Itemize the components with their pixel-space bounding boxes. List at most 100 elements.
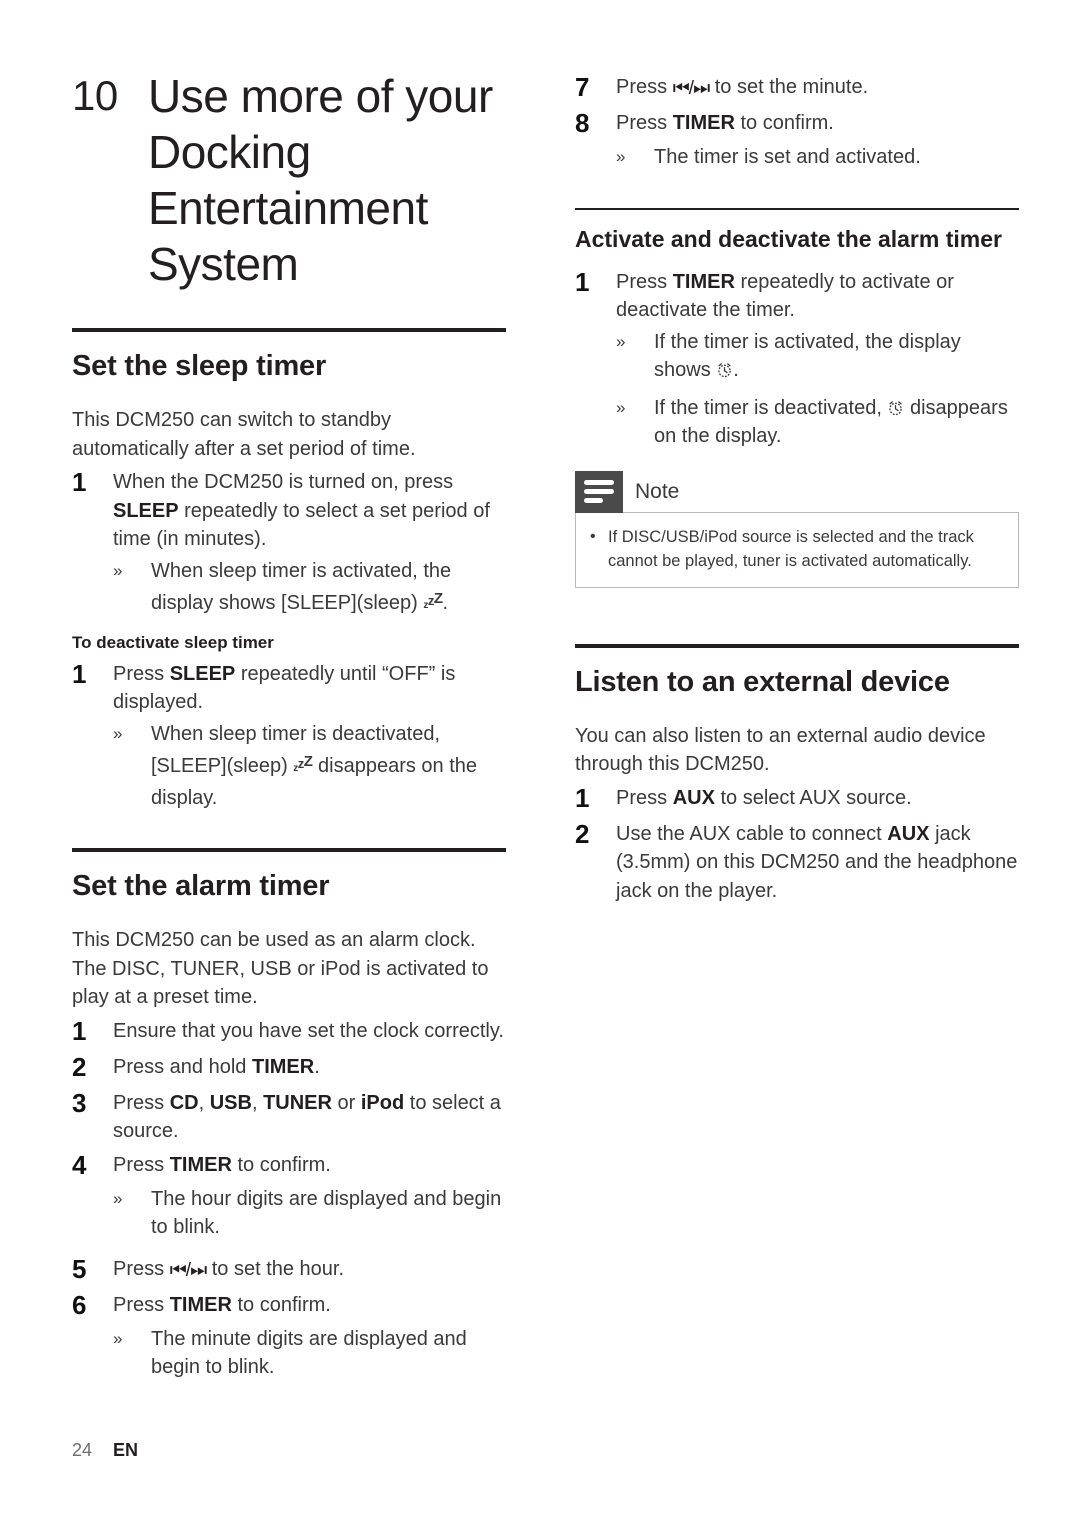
result-text: The hour digits are displayed and begin …: [151, 1187, 502, 1239]
step-text: Use the AUX cable to connect AUX jack (3…: [616, 817, 1019, 906]
step-text: Press SLEEP repeatedly until “OFF” is di…: [113, 657, 506, 717]
deactivate-sleep-steps: 1 Press SLEEP repeatedly until “OFF” is …: [72, 657, 506, 717]
note-list-item: • If DISC/USB/iPod source is selected an…: [590, 525, 1004, 573]
step-item: 7 Press ⏮/⏭ to set the minute.: [575, 70, 1019, 104]
step-keyword: TIMER: [169, 1293, 232, 1316]
note-box: Note • If DISC/USB/iPod source is select…: [575, 470, 1019, 588]
step-text-pre: Press: [113, 1293, 170, 1316]
step-item: 2 Use the AUX cable to connect AUX jack …: [575, 817, 1019, 906]
external-device-intro: You can also listen to an external audio…: [575, 724, 986, 776]
step-text: When the DCM250 is turned on, press SLEE…: [113, 465, 506, 554]
result-marker: »: [113, 560, 123, 580]
prev-next-track-icon: ⏮/⏭: [672, 78, 710, 99]
result-item: » If the timer is deactivated, disappear…: [575, 394, 1019, 451]
step-keyword: TIMER: [672, 112, 735, 134]
sleep-zzz-icon: zzZ: [423, 590, 443, 611]
step-item: 5 Press ⏮/⏭ to set the hour.: [72, 1252, 506, 1286]
result-marker: »: [616, 397, 626, 417]
step-text-post: to set the hour.: [206, 1257, 345, 1280]
step-text-pre: Press: [113, 1257, 170, 1280]
step-keyword-cd: CD: [169, 1091, 199, 1114]
sleep-timer-intro: This DCM250 can switch to standby automa…: [72, 409, 416, 460]
step-text-post: to confirm.: [231, 1293, 331, 1316]
alarm-clock-icon: [887, 397, 904, 415]
step-keyword: AUX: [672, 786, 715, 809]
alarm-clock-icon: [716, 359, 733, 378]
subsection-heading-deactivate-sleep: To deactivate sleep timer: [72, 632, 274, 652]
result-text-post: .: [442, 592, 449, 614]
step-item: 2 Press and hold TIMER.: [72, 1050, 506, 1084]
alarm-timer-steps: 1 Ensure that you have set the clock cor…: [72, 1014, 506, 1182]
step-text: Press TIMER to confirm.: [113, 1148, 506, 1180]
step-item: 1 Press TIMER repeatedly to activate or …: [575, 265, 1019, 325]
result-marker: »: [616, 147, 626, 166]
step-keyword: TIMER: [251, 1055, 315, 1078]
result-text: If the timer is activated, the display s…: [654, 328, 1019, 385]
step-text-post: .: [314, 1055, 320, 1078]
note-icon-bar-2: [584, 489, 614, 494]
step-number-3: 3: [72, 1087, 87, 1118]
result-text: If the timer is deactivated, disappears …: [654, 394, 1019, 451]
note-icon: [575, 470, 623, 513]
step-text-post: to set the minute.: [709, 76, 869, 98]
manual-page: 10 Use more of your Docking Entertainmen…: [0, 0, 1080, 1528]
continued-alarm-steps: 7 Press ⏮/⏭ to set the minute. 8 Press T…: [575, 70, 1019, 140]
step-keyword-tuner: TUNER: [263, 1091, 332, 1114]
step-text-pre: Press: [616, 270, 673, 293]
step-keyword-usb: USB: [209, 1091, 252, 1114]
step-text-post: to confirm.: [231, 1153, 331, 1176]
sleep-zzz-icon: zzZ: [293, 753, 313, 774]
step-text: Ensure that you have set the clock corre…: [113, 1019, 504, 1042]
step-text: Press TIMER to confirm.: [113, 1288, 506, 1320]
footer-page-number: 24: [72, 1440, 93, 1460]
section-divider-sleep-timer: [72, 328, 506, 332]
result-marker: »: [113, 1188, 123, 1208]
result-item: » The timer is set and activated.: [575, 143, 1019, 172]
sep: ,: [251, 1091, 264, 1114]
step-keyword: AUX: [887, 822, 930, 845]
step-keyword: TIMER: [672, 270, 735, 293]
step-item: 8 Press TIMER to confirm.: [575, 106, 1019, 140]
section-heading-external-device: Listen to an external device: [575, 665, 950, 698]
step-text-pre: Press: [113, 1153, 170, 1176]
result-marker: »: [113, 723, 123, 743]
step-text-pre: When the DCM250 is turned on, press: [113, 471, 454, 493]
step-text: Press CD, USB, TUNER or iPod to select a…: [113, 1086, 506, 1146]
section-divider-external-device: [575, 643, 1019, 648]
step-keyword: TIMER: [169, 1153, 232, 1176]
chapter-title: Use more of your Docking Entertainment S…: [148, 70, 493, 290]
prev-next-track-icon: ⏮/⏭: [169, 1259, 207, 1281]
result-text-pre: If the timer is activated, the display s…: [654, 330, 961, 382]
step-number-2: 2: [575, 818, 590, 849]
step-number-1: 1: [72, 1015, 87, 1046]
step-number-1: 1: [575, 266, 590, 297]
step-text: Press and hold TIMER.: [113, 1050, 506, 1082]
result-text: When sleep timer is activated, the displ…: [151, 557, 506, 621]
step-number-4: 4: [72, 1149, 87, 1180]
sleep-timer-steps: When the DCM250 is turned on, press 1 Wh…: [72, 465, 506, 554]
step-text-post: to confirm.: [734, 112, 834, 134]
chapter-number: 10: [72, 72, 118, 119]
alarm-timer-intro: This DCM250 can be used as an alarm cloc…: [72, 929, 489, 1008]
right-column: 7 Press ⏮/⏭ to set the minute. 8 Press T…: [575, 0, 1019, 905]
result-marker: »: [616, 331, 626, 351]
subsection-heading-activate-alarm: Activate and deactivate the alarm timer: [575, 225, 1002, 252]
step-number-7: 7: [575, 72, 590, 102]
external-device-steps: 1 Press AUX to select AUX source. 2 Use …: [575, 781, 1019, 906]
step-keyword-ipod: iPod: [360, 1091, 405, 1114]
note-icon-bar-1: [584, 480, 614, 485]
activate-alarm-steps: 1 Press TIMER repeatedly to activate or …: [575, 265, 1019, 325]
note-icon-bar-3: [584, 498, 603, 503]
left-column: 10 Use more of your Docking Entertainmen…: [72, 0, 506, 1382]
result-marker: »: [113, 1328, 123, 1348]
result-item: » The minute digits are displayed and be…: [72, 1325, 506, 1382]
step-text-pre: Press: [113, 1091, 170, 1114]
step-text: Press TIMER to confirm.: [616, 106, 1019, 138]
step-text-pre: Press: [616, 112, 673, 134]
result-text-pre: When sleep timer is activated, the displ…: [151, 559, 452, 615]
step-text-pre: Press: [616, 786, 673, 809]
step-text: Press TIMER repeatedly to activate or de…: [616, 265, 1019, 325]
section-heading-sleep-timer: Set the sleep timer: [72, 350, 327, 382]
step-text: Press AUX to select AUX source.: [616, 781, 1019, 813]
step-number-1: 1: [575, 782, 590, 813]
